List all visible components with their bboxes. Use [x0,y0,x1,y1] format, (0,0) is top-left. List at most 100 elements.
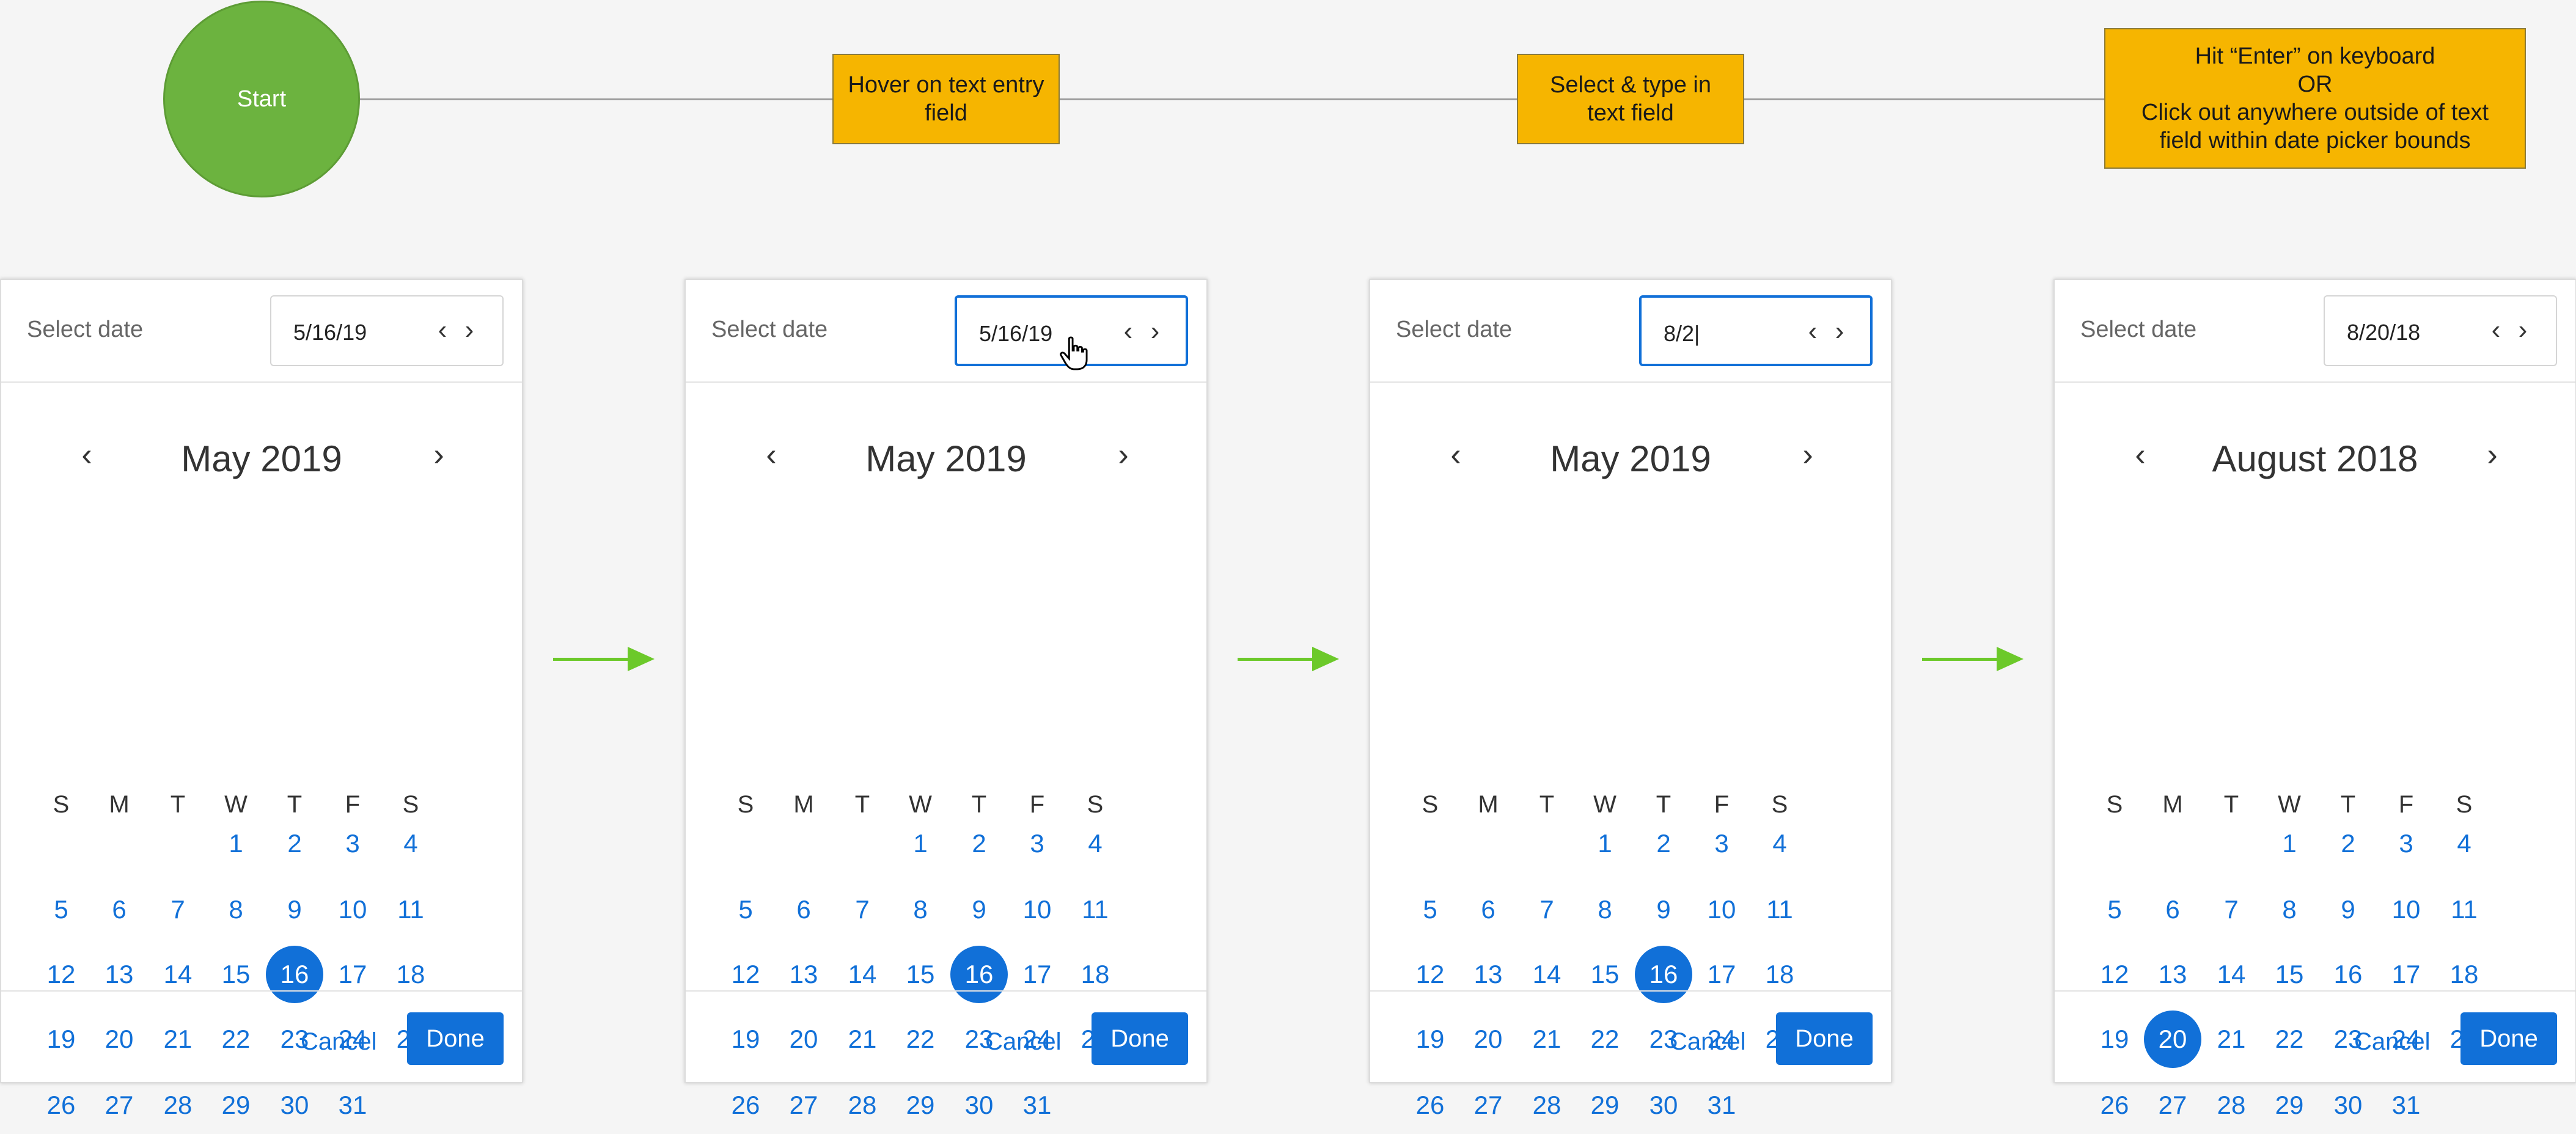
calendar-day[interactable]: 7 [149,881,207,938]
cancel-button[interactable]: Cancel [2354,1028,2431,1056]
date-input[interactable]: 8/2| ‹ › [1639,295,1873,366]
calendar-day[interactable]: 29 [1576,1077,1634,1134]
calendar-day[interactable]: 2 [1635,815,1692,872]
calendar-day[interactable]: 8 [892,881,949,938]
calendar-day[interactable]: 29 [207,1077,265,1134]
calendar-day[interactable]: 30 [266,1077,323,1134]
calendar-day[interactable]: 26 [717,1077,774,1134]
calendar-day[interactable]: 27 [90,1077,148,1134]
calendar-day[interactable]: 9 [2319,881,2377,938]
done-button[interactable]: Done [1776,1012,1873,1065]
cancel-button[interactable]: Cancel [1670,1028,1746,1056]
calendar-day[interactable]: 30 [1635,1077,1692,1134]
calendar-day[interactable]: 7 [2203,881,2260,938]
calendar-day[interactable]: 9 [1635,881,1692,938]
calendar-day[interactable]: 2 [2319,815,2377,872]
chevron-right-icon[interactable]: › [1144,316,1166,347]
calendar-day[interactable]: 1 [1576,815,1634,872]
calendar-day[interactable]: 28 [1518,1077,1576,1134]
chevron-left-icon[interactable]: ‹ [1117,316,1139,347]
calendar-day[interactable]: 30 [2319,1077,2377,1134]
calendar-day[interactable]: 5 [1401,881,1459,938]
calendar-day[interactable]: 27 [2144,1077,2201,1134]
date-input[interactable]: 8/20/18 ‹ › [2324,295,2557,366]
calendar-day[interactable]: 30 [950,1077,1008,1134]
calendar-day[interactable]: 4 [2435,815,2493,872]
calendar-day[interactable]: 3 [2377,815,2435,872]
panel-footer: Cancel Done [1370,990,1891,1083]
calendar-day[interactable]: 4 [1751,815,1808,872]
done-button[interactable]: Done [2460,1012,2557,1065]
calendar-day[interactable]: 8 [207,881,265,938]
chevron-right-icon[interactable]: › [2512,315,2534,345]
calendar-day[interactable]: 28 [834,1077,891,1134]
calendar-day[interactable]: 3 [1693,815,1750,872]
chevron-right-icon[interactable]: › [1829,316,1851,347]
calendar-day[interactable]: 5 [2086,881,2143,938]
chevron-right-icon[interactable]: › [458,315,480,345]
calendar-day[interactable]: 27 [1459,1077,1517,1134]
calendar-day[interactable]: 6 [775,881,832,938]
calendar-day[interactable]: 26 [32,1077,90,1134]
chevron-left-icon[interactable]: ‹ [1802,316,1824,347]
calendar-day[interactable]: 10 [1008,881,1066,938]
done-button[interactable]: Done [1092,1012,1188,1065]
done-button[interactable]: Done [407,1012,504,1065]
calendar-day[interactable]: 2 [266,815,323,872]
calendar-day[interactable]: 3 [324,815,381,872]
calendar-day[interactable]: 27 [775,1077,832,1134]
calendar-day[interactable]: 6 [2144,881,2201,938]
calendar-day[interactable]: 31 [2377,1077,2435,1134]
panel-footer: Cancel Done [686,990,1206,1083]
calendar-day[interactable]: 7 [1518,881,1576,938]
calendar-day[interactable]: 4 [382,815,439,872]
calendar-day[interactable]: 29 [892,1077,949,1134]
chevron-right-icon[interactable]: › [1789,436,1826,473]
panel-footer: Cancel Done [1,990,522,1083]
chevron-right-icon[interactable]: › [1105,436,1142,473]
calendar-day[interactable]: 3 [1008,815,1066,872]
date-input[interactable]: 5/16/19 ‹ › [955,295,1188,370]
calendar-day[interactable]: 1 [2261,815,2318,872]
step-line: Select & type in [1549,72,1712,98]
calendar-day[interactable]: 9 [950,881,1008,938]
calendar-day[interactable]: 6 [1459,881,1517,938]
calendar-day[interactable]: 6 [90,881,148,938]
calendar-day[interactable]: 26 [2086,1077,2143,1134]
calendar-day[interactable]: 4 [1066,815,1124,872]
calendar-day[interactable]: 11 [1066,881,1124,938]
date-input[interactable]: 5/16/19 ‹ › [270,295,504,366]
calendar-day[interactable]: 10 [1693,881,1750,938]
calendar-day[interactable]: 31 [1008,1077,1066,1134]
calendar-day[interactable]: 1 [892,815,949,872]
calendar-day[interactable]: 28 [149,1077,207,1134]
calendar-day[interactable]: 2 [950,815,1008,872]
connector-line [1059,98,1517,100]
calendar-day[interactable]: 7 [834,881,891,938]
calendar-day[interactable]: 28 [2203,1077,2260,1134]
cancel-button[interactable]: Cancel [985,1028,1062,1056]
calendar-day[interactable]: 5 [717,881,774,938]
date-input-value: 8/20/18 [2347,320,2421,345]
hand-pointer-icon [1060,336,1088,370]
chevron-left-icon[interactable]: ‹ [2485,315,2507,345]
chevron-right-icon[interactable]: › [2474,436,2511,473]
calendar-day[interactable]: 11 [2435,881,2493,938]
calendar-day[interactable]: 1 [207,815,265,872]
calendar-day[interactable]: 31 [324,1077,381,1134]
calendar-day[interactable]: 26 [1401,1077,1459,1134]
calendar-day[interactable]: 10 [2377,881,2435,938]
cancel-button[interactable]: Cancel [301,1028,377,1056]
calendar-day[interactable]: 11 [382,881,439,938]
calendar-day[interactable]: 5 [32,881,90,938]
chevron-left-icon[interactable]: ‹ [431,315,453,345]
calendar-day[interactable]: 11 [1751,881,1808,938]
calendar-day[interactable]: 31 [1693,1077,1750,1134]
panel-header: Select date 8/2| ‹ › [1370,280,1891,383]
calendar-day[interactable]: 8 [1576,881,1634,938]
chevron-right-icon[interactable]: › [420,436,457,473]
calendar-day[interactable]: 9 [266,881,323,938]
calendar-day[interactable]: 8 [2261,881,2318,938]
calendar-day[interactable]: 29 [2261,1077,2318,1134]
calendar-day[interactable]: 10 [324,881,381,938]
